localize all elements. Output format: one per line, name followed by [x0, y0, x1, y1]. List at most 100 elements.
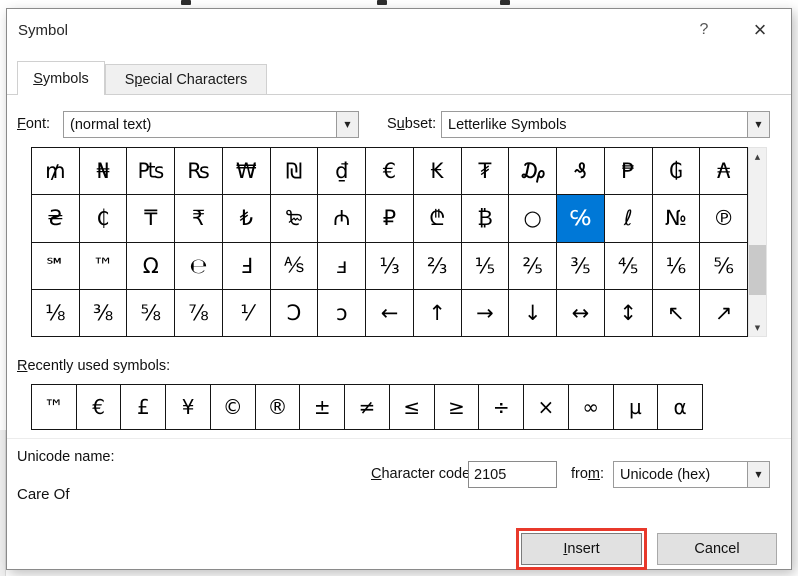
subset-dropdown-arrow[interactable]: ▼ [747, 112, 769, 137]
symbol-cell[interactable]: ₭ [413, 148, 462, 196]
dropdown-arrow-icon: ▼ [344, 120, 351, 129]
help-button[interactable]: ? [691, 17, 717, 43]
symbol-cell[interactable]: ↕ [604, 289, 653, 337]
recent-symbol-cell[interactable]: ™ [32, 385, 77, 430]
recent-symbol-cell[interactable]: ≠ [345, 385, 390, 430]
symbol-cell[interactable]: ⅎ [318, 242, 367, 290]
symbol-cell[interactable]: ₩ [222, 148, 271, 196]
symbol-cell[interactable]: ⅚ [700, 242, 748, 290]
symbol-cell[interactable]: ↗ [700, 289, 748, 337]
recent-symbol-cell[interactable]: ÷ [479, 385, 525, 430]
symbol-cell[interactable]: ₫ [318, 148, 367, 196]
symbol-cell[interactable]: → [461, 289, 510, 337]
recent-symbol-cell[interactable]: α [658, 385, 703, 430]
symbol-cell[interactable]: ⅗ [557, 242, 605, 290]
recent-symbol-cell[interactable]: ≤ [389, 385, 435, 430]
character-code-input[interactable] [468, 461, 557, 488]
scrollbar-thumb[interactable] [749, 245, 766, 295]
symbol-cell[interactable]: ₨ [175, 148, 223, 196]
symbol-cell[interactable]: № [652, 195, 701, 243]
recent-symbol-cell[interactable]: µ [613, 385, 659, 430]
symbol-cell[interactable]: ○ [509, 195, 558, 243]
recent-symbol-cell[interactable]: × [524, 385, 569, 430]
recent-symbol-cell[interactable]: © [210, 385, 256, 430]
symbol-cell[interactable]: ↔ [557, 289, 605, 337]
from-dropdown[interactable]: Unicode (hex) ▼ [613, 461, 770, 488]
font-dropdown-arrow[interactable]: ▼ [336, 112, 358, 137]
recent-symbol-cell[interactable]: € [76, 385, 122, 430]
recently-used-label: Recently used symbols: [17, 358, 171, 374]
symbol-cell[interactable]: ₸ [127, 195, 176, 243]
symbol-cell[interactable]: ⅛ [32, 289, 80, 337]
symbol-cell[interactable]: ₹ [175, 195, 223, 243]
symbol-cell[interactable]: ₽ [366, 195, 414, 243]
symbol-cell[interactable]: ⅔ [413, 242, 462, 290]
recent-symbol-cell[interactable]: ± [300, 385, 346, 430]
symbol-cell-selected[interactable]: ℅ [557, 195, 605, 243]
symbol-cell[interactable]: ₼ [318, 195, 367, 243]
symbol-cell[interactable]: Ⅎ [222, 242, 271, 290]
symbol-cell[interactable]: ₳ [700, 148, 748, 196]
symbol-cell[interactable]: ⅝ [127, 289, 176, 337]
symbol-cell[interactable]: ℓ [604, 195, 653, 243]
recent-symbol-cell[interactable]: ¥ [166, 385, 211, 430]
symbol-cell[interactable]: ₪ [270, 148, 319, 196]
scroll-down-button[interactable]: ▼ [749, 319, 766, 336]
symbol-cell[interactable]: ↄ [318, 289, 367, 337]
symbol-cell[interactable]: ₾ [413, 195, 462, 243]
symbol-cell[interactable]: ⅖ [509, 242, 558, 290]
help-icon: ? [699, 21, 709, 38]
symbol-cell[interactable]: ⅜ [79, 289, 128, 337]
recent-symbol-cell[interactable]: £ [121, 385, 167, 430]
symbol-cell[interactable]: ⅓ [366, 242, 414, 290]
symbol-cell[interactable]: € [366, 148, 414, 196]
symbol-cell[interactable]: Ω [127, 242, 176, 290]
tab-symbols[interactable]: Symbols [17, 61, 105, 95]
subset-dropdown[interactable]: Letterlike Symbols ▼ [441, 111, 770, 138]
font-dropdown[interactable]: (normal text) ▼ [63, 111, 359, 138]
recent-symbol-cell[interactable]: ® [255, 385, 301, 430]
cancel-button[interactable]: Cancel [657, 533, 777, 565]
symbol-cell[interactable]: Ↄ [270, 289, 319, 337]
insert-button[interactable]: Insert [521, 533, 642, 565]
symbol-cell[interactable]: ™ [79, 242, 128, 290]
symbol-cell[interactable]: ₱ [604, 148, 653, 196]
symbol-cell[interactable]: ₦ [79, 148, 128, 196]
symbol-cell[interactable]: ← [366, 289, 414, 337]
recent-symbol-cell[interactable]: ∞ [568, 385, 614, 430]
symbol-cell[interactable]: ₵ [79, 195, 128, 243]
symbol-cell[interactable]: ₲ [652, 148, 701, 196]
symbol-cell[interactable]: ₻ [270, 195, 319, 243]
screen: Symbol ? × Symbols Sp ecial Characters Fo… [0, 0, 798, 576]
tab-special-characters[interactable]: Sp ecial Characters [105, 64, 267, 94]
symbol-cell[interactable]: ⅕ [461, 242, 510, 290]
symbol-cell[interactable]: ℮ [175, 242, 223, 290]
dialog-title: Symbol [18, 22, 69, 39]
symbol-cell[interactable]: ℠ [32, 242, 80, 290]
symbol-grid: ₥ ₦ ₧ ₨ ₩ ₪ ₫ € ₭ ₮ ₯ ₰ ₱ ₲ ₳ ₴ ₵ ₸ ₹ ₺ ₻ ₼ ₽ ₾ ₿ ○ ℅ ℓ № ℗ ℠ ™ Ω ℮ Ⅎ ⅍ ⅎ ⅓ ⅔ ⅕… [31, 147, 748, 337]
symbol-cell[interactable]: ⅙ [652, 242, 701, 290]
symbol-cell[interactable]: ⅞ [175, 289, 223, 337]
symbol-cell[interactable]: ₮ [461, 148, 510, 196]
symbol-cell[interactable]: ₴ [32, 195, 80, 243]
symbol-cell[interactable]: ₯ [509, 148, 558, 196]
scroll-up-button[interactable]: ▲ [749, 148, 766, 165]
symbol-dialog: Symbol ? × Symbols Sp ecial Characters Fo… [6, 8, 792, 570]
symbol-cell[interactable]: ↑ [413, 289, 462, 337]
symbol-cell[interactable]: ⅟ [222, 289, 271, 337]
symbol-cell[interactable]: ₧ [127, 148, 176, 196]
from-dropdown-arrow[interactable]: ▼ [747, 462, 769, 487]
symbol-cell[interactable]: ↓ [509, 289, 558, 337]
symbol-cell[interactable]: ℗ [700, 195, 748, 243]
recent-symbol-cell[interactable]: ≥ [434, 385, 480, 430]
symbol-grid-scrollbar[interactable]: ▲ ▼ [748, 147, 767, 337]
symbol-cell[interactable]: ⅘ [604, 242, 653, 290]
symbol-cell[interactable]: ₺ [222, 195, 271, 243]
symbol-cell[interactable]: ↖ [652, 289, 701, 337]
close-button[interactable]: × [747, 17, 773, 43]
symbol-cell[interactable]: ₰ [557, 148, 605, 196]
symbol-cell[interactable]: ₥ [32, 148, 80, 196]
symbol-cell[interactable]: ⅍ [270, 242, 319, 290]
symbol-cell[interactable]: ₿ [461, 195, 510, 243]
unicode-name-value: Care Of [17, 486, 70, 503]
